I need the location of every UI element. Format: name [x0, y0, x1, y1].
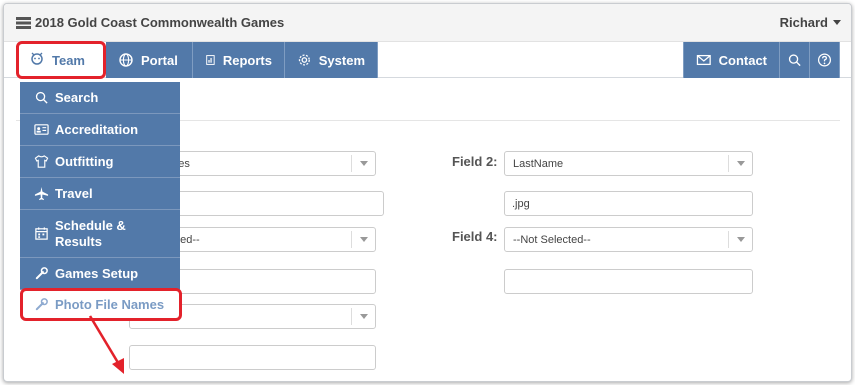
- wrench-icon: [35, 298, 48, 311]
- app-title: 2018 Gold Coast Commonwealth Games: [16, 15, 284, 30]
- app-window: 2018 Gold Coast Commonwealth Games Richa…: [3, 3, 852, 382]
- field4-select-value: --Not Selected--: [513, 234, 591, 246]
- user-menu[interactable]: Richard: [780, 15, 841, 30]
- menu-item-label: Outfitting: [55, 154, 114, 169]
- menu-item-accreditation[interactable]: Accreditation: [20, 114, 180, 146]
- team-icon: [31, 52, 43, 65]
- menu-item-label: Schedule & Results: [55, 217, 126, 249]
- menu-item-label: Games Setup: [55, 266, 139, 281]
- id-card-icon: [34, 124, 49, 135]
- search-icon: [788, 54, 801, 67]
- menu-item-games-setup[interactable]: Games Setup: [20, 258, 180, 290]
- menu-item-label: Accreditation: [55, 122, 139, 137]
- field3-extension-input[interactable]: [154, 269, 376, 294]
- app-title-text: 2018 Gold Coast Commonwealth Games: [35, 15, 285, 30]
- field4-select[interactable]: --Not Selected--: [504, 227, 753, 252]
- chevron-down-icon: [728, 231, 752, 248]
- nav-contact-label: Contact: [718, 52, 767, 68]
- field2-select-value: LastName: [513, 158, 564, 170]
- chevron-down-icon: [351, 231, 375, 248]
- menu-item-outfitting[interactable]: Outfitting: [20, 146, 180, 178]
- nav-search-button[interactable]: [780, 42, 810, 78]
- nav-help-button[interactable]: [810, 42, 840, 78]
- field1-select[interactable]: ames: [154, 151, 376, 176]
- globe-icon: [119, 53, 133, 67]
- field2-label: Field 2:: [452, 154, 498, 169]
- field2-extension-input[interactable]: .jpg: [504, 191, 753, 216]
- calendar-icon: [35, 227, 48, 240]
- help-icon: [817, 53, 832, 67]
- field2-extension-value: .jpg: [512, 198, 530, 210]
- field4-extension-input[interactable]: [504, 269, 753, 294]
- field1-extension-input[interactable]: [154, 191, 384, 216]
- envelope-icon: [696, 54, 711, 66]
- user-name: Richard: [779, 15, 828, 30]
- team-dropdown-menu: Search Accreditation Outfitting Travel S…: [20, 82, 182, 321]
- nav-portal-label: Portal: [141, 52, 178, 68]
- menu-item-schedule-results[interactable]: Schedule & Results: [20, 210, 180, 258]
- shirt-icon: [34, 155, 49, 168]
- field3-select[interactable]: lected--: [154, 227, 376, 252]
- field4-label: Field 4:: [452, 229, 498, 244]
- nav-system-label: System: [318, 52, 365, 68]
- menu-item-travel[interactable]: Travel: [20, 178, 180, 210]
- nav-reports[interactable]: Reports: [193, 42, 285, 78]
- nav-team[interactable]: Team: [16, 41, 106, 79]
- nav-team-label: Team: [52, 52, 85, 68]
- nav-reports-label: Reports: [222, 52, 272, 68]
- app-logo-icon: [16, 16, 31, 29]
- menu-item-label: Photo File Names: [55, 297, 165, 312]
- chevron-down-icon: [728, 155, 752, 172]
- nav-portal[interactable]: Portal: [106, 42, 193, 78]
- menu-item-search[interactable]: Search: [20, 82, 180, 114]
- menu-item-label: Travel: [55, 186, 93, 201]
- chevron-down-icon: [351, 308, 375, 325]
- main-nav: Team Portal Reports System Contact: [4, 41, 851, 79]
- nav-contact[interactable]: Contact: [683, 42, 780, 78]
- search-icon: [35, 91, 48, 104]
- plane-icon: [34, 186, 49, 201]
- field5-extension-input[interactable]: [129, 345, 376, 370]
- report-icon: [206, 55, 215, 65]
- annotation-arrow-icon: [88, 315, 124, 374]
- chevron-down-icon: [351, 155, 375, 172]
- nav-system[interactable]: System: [285, 42, 378, 78]
- field2-select[interactable]: LastName: [504, 151, 753, 176]
- gear-icon: [298, 54, 310, 66]
- wrench-icon: [35, 267, 48, 280]
- chevron-down-icon: [833, 20, 841, 25]
- title-bar: 2018 Gold Coast Commonwealth Games Richa…: [4, 4, 851, 42]
- menu-item-label: Search: [55, 90, 99, 105]
